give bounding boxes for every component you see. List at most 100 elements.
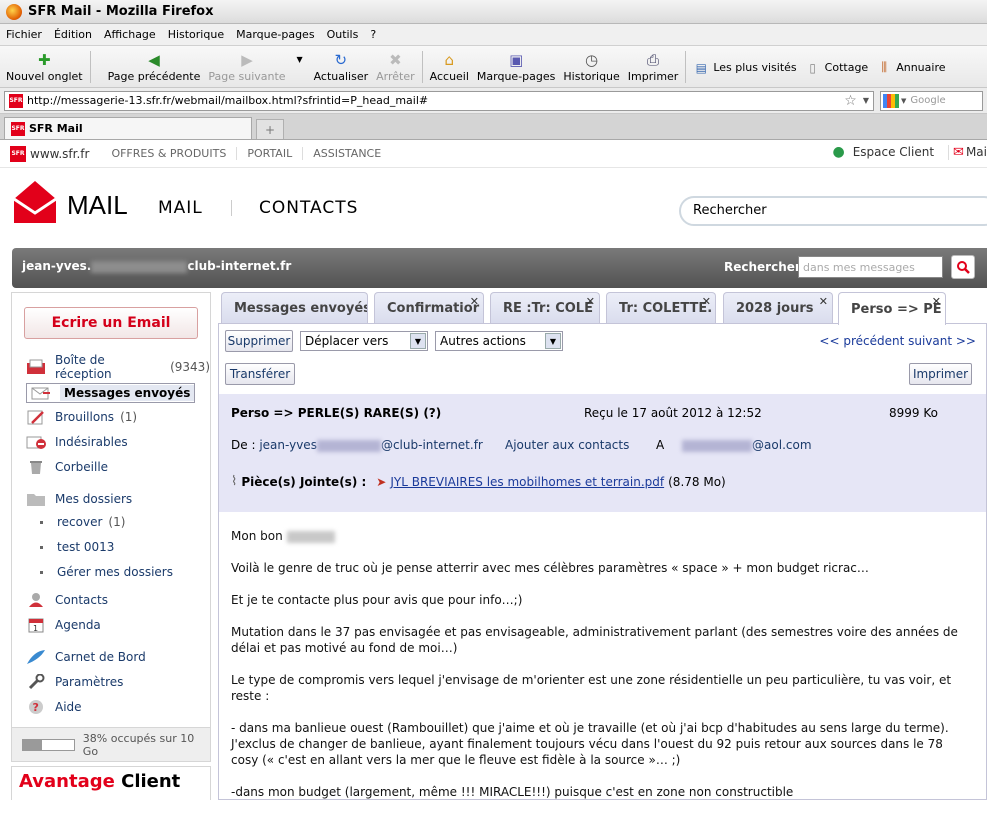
other-actions-select[interactable]: Autres actions ▼ — [435, 331, 563, 351]
message-area: Messages envoyés Confirmatior ✕ RE :Tr: … — [218, 292, 987, 800]
sidebar-item-agenda[interactable]: 1 Agenda — [26, 616, 101, 634]
sidebar-item-sent[interactable]: Messages envoyés — [26, 383, 196, 403]
menu-historique[interactable]: Historique — [162, 28, 230, 41]
sidebar-item-trash[interactable]: Corbeille — [26, 458, 108, 476]
bookmark-most-visited[interactable]: ▤ Les plus visités — [689, 60, 800, 76]
delete-button[interactable]: Supprimer — [225, 330, 293, 352]
search-icon[interactable] — [951, 255, 975, 279]
sidebar-item-help[interactable]: ? Aide — [26, 698, 82, 716]
assistance-link[interactable]: ASSISTANCE — [302, 147, 391, 160]
from-address-start[interactable]: jean-yves — [259, 438, 317, 452]
home-button[interactable]: ⌂ Accueil — [426, 52, 473, 83]
print-message-button[interactable]: Imprimer — [909, 363, 972, 385]
forward-message-button[interactable]: Transférer — [225, 363, 295, 385]
toolbar-separator — [421, 51, 423, 83]
browser-tab-sfr-mail[interactable]: SFR SFR Mail — [4, 117, 252, 139]
compose-button[interactable]: Ecrire un Email — [24, 307, 198, 339]
offres-link[interactable]: OFFRES & PRODUITS — [101, 147, 236, 160]
sidebar-item-settings[interactable]: Paramètres — [26, 673, 123, 691]
prev-next-nav[interactable]: << précédent suivant >> — [819, 334, 976, 348]
reload-button[interactable]: ↻ Actualiser — [310, 52, 373, 83]
tab-tr-colette[interactable]: Tr: COLETTE. ✕ — [606, 292, 716, 324]
menu-bar: Fichier Édition Affichage Historique Mar… — [0, 24, 987, 46]
bookmark-cottage[interactable]: ▯ Cottage — [801, 60, 873, 76]
back-label: Page précédente — [107, 70, 201, 83]
espace-client-link[interactable]: ● Espace Client ✉ Mai — [832, 144, 987, 160]
from-label: De : — [231, 438, 256, 452]
move-to-select[interactable]: Déplacer vers ▼ — [300, 331, 428, 351]
menu-fichier[interactable]: Fichier — [0, 28, 48, 41]
url-field[interactable]: SFR http://messagerie-13.sfr.fr/webmail/… — [4, 90, 874, 111]
redacted-text — [682, 439, 753, 452]
bookmarks-button[interactable]: ▣ Marque-pages — [473, 52, 559, 83]
tab-messages-envoyes[interactable]: Messages envoyés — [221, 292, 368, 324]
attachments-row: ⌇ Pièce(s) Jointe(s) : ➤ JYL BREVIAIRES … — [231, 474, 726, 489]
print-button[interactable]: ⎙ Imprimer — [624, 52, 683, 83]
forward-button[interactable]: ▶ Page suivante — [204, 52, 289, 83]
menu-marque-pages[interactable]: Marque-pages — [230, 28, 320, 41]
close-tab-icon[interactable]: ✕ — [470, 295, 479, 308]
new-tab-plus-button[interactable]: + — [256, 119, 284, 139]
sidebar-item-label: Indésirables — [55, 435, 128, 449]
sidebar-item-my-folders[interactable]: Mes dossiers — [26, 490, 132, 508]
sidebar-item-carnet[interactable]: Carnet de Bord — [26, 648, 146, 666]
new-tab-button[interactable]: ✚ Nouvel onglet — [2, 52, 87, 83]
add-to-contacts-link[interactable]: Ajouter aux contacts — [505, 438, 629, 452]
tab-2028-jours[interactable]: 2028 jours ✕ — [723, 292, 833, 324]
user-email-start: jean-yves. — [22, 259, 92, 273]
history-button[interactable]: ◷ Historique — [559, 52, 623, 83]
star-icon[interactable]: ☆ — [844, 93, 857, 109]
tab-label: Perso => PE — [851, 301, 942, 317]
google-icon[interactable] — [883, 93, 899, 108]
close-tab-icon[interactable]: ✕ — [819, 295, 828, 308]
from-address-end[interactable]: @club-internet.fr — [381, 438, 483, 452]
sidebar-item-drafts[interactable]: Brouillons (1) — [26, 408, 137, 426]
browser-tab-strip: SFR SFR Mail + — [0, 114, 987, 140]
subfolder-test[interactable]: test 0013 — [40, 540, 114, 554]
bookmark-annuaire[interactable]: ⫼ Annuaire — [872, 60, 949, 76]
other-actions-label: Autres actions — [440, 334, 526, 348]
sidebar-item-spam[interactable]: Indésirables — [26, 433, 128, 451]
storage-quota: 38% occupés sur 10 Go — [12, 727, 210, 761]
search-messages-input[interactable]: dans mes messages — [798, 256, 943, 278]
window-title: SFR Mail - Mozilla Firefox — [28, 4, 214, 19]
close-tab-icon[interactable]: ✕ — [932, 295, 941, 308]
menu-edition[interactable]: Édition — [48, 28, 98, 41]
search-engine-placeholder: Google — [910, 95, 946, 106]
mail-envelope-logo-icon — [14, 181, 56, 223]
menu-outils[interactable]: Outils — [321, 28, 365, 41]
manage-folders-link[interactable]: Gérer mes dossiers — [40, 565, 173, 579]
tab-re-tr-colette[interactable]: RE :Tr: COLE ✕ — [490, 292, 600, 324]
subfolder-recover[interactable]: recover (1) — [40, 515, 125, 529]
history-dropdown-button[interactable]: ▼ — [290, 52, 310, 83]
search-engine-box[interactable]: ▼ Google — [880, 90, 983, 111]
to-address-end[interactable]: @aol.com — [752, 438, 811, 452]
print-label: Imprimer — [627, 70, 679, 83]
attachment-link[interactable]: JYL BREVIAIRES les mobilhomes et terrain… — [390, 475, 664, 489]
menu-help[interactable]: ? — [364, 28, 382, 41]
url-dropdown-icon[interactable]: ▼ — [863, 96, 869, 105]
tab-confirmation[interactable]: Confirmatior ✕ — [374, 292, 484, 324]
stop-button[interactable]: ✖ Arrêter — [372, 52, 419, 83]
avantage-client-banner[interactable]: Avantage Client — [11, 766, 211, 800]
forward-arrow-icon: ▶ — [241, 51, 253, 69]
address-bar-row: SFR http://messagerie-13.sfr.fr/webmail/… — [0, 88, 987, 114]
close-tab-icon[interactable]: ✕ — [586, 295, 595, 308]
nav-mail[interactable]: MAIL — [158, 198, 203, 218]
sfr-site-link[interactable]: www.sfr.fr — [30, 147, 89, 161]
nav-contacts[interactable]: CONTACTS — [259, 198, 358, 218]
sfr-favicon: SFR — [9, 93, 23, 108]
sidebar-item-contacts[interactable]: Contacts — [26, 591, 108, 609]
close-tab-icon[interactable]: ✕ — [702, 295, 711, 308]
menu-affichage[interactable]: Affichage — [98, 28, 162, 41]
user-email-end: club-internet.fr — [187, 259, 292, 273]
spam-icon — [26, 434, 46, 450]
portail-link[interactable]: PORTAIL — [236, 147, 302, 160]
tab-perso-perle[interactable]: Perso => PE ✕ — [838, 292, 946, 325]
mail-short-label[interactable]: Mai — [966, 145, 987, 159]
message-received-date: Reçu le 17 août 2012 à 12:52 — [584, 406, 762, 420]
header-search-input[interactable]: Rechercher — [679, 196, 987, 226]
sidebar-item-inbox[interactable]: Boîte de réception (9343) — [26, 353, 210, 381]
back-button[interactable]: ◀ Page précédente — [104, 52, 205, 83]
sidebar-item-label: Boîte de réception — [55, 353, 112, 381]
